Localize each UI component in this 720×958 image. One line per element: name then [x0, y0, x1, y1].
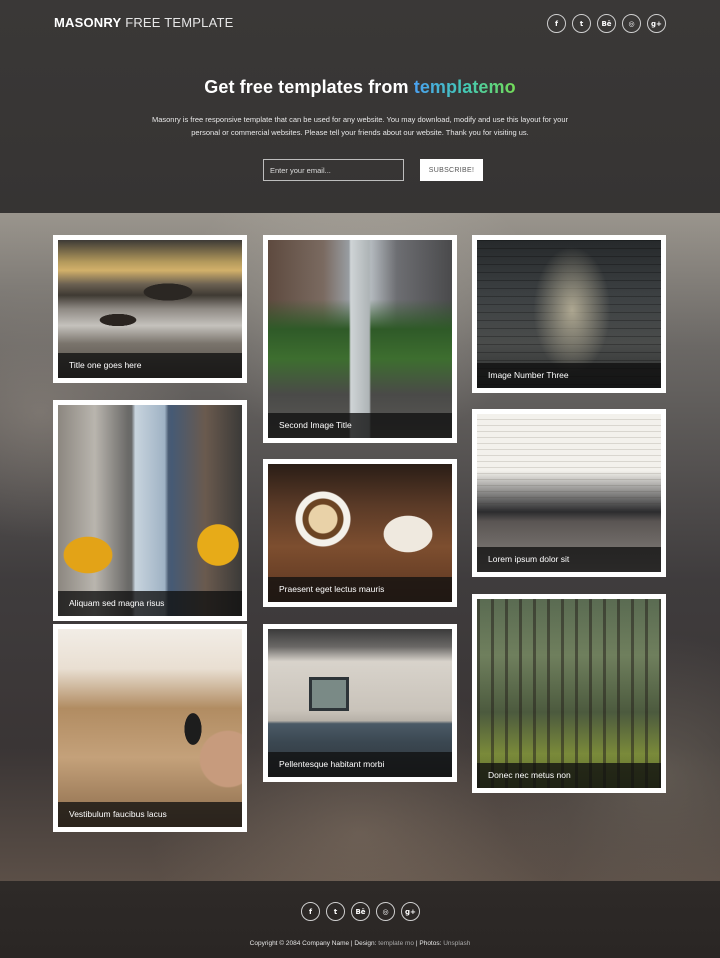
gallery-caption: Donec nec metus non — [477, 763, 661, 788]
taxi-street-photo: Aliquam sed magna risus — [58, 405, 242, 616]
design-link[interactable]: template mo — [378, 940, 414, 947]
gallery-item[interactable]: Praesent eget lectus mauris — [263, 459, 457, 607]
dribbble-icon[interactable]: ◎ — [622, 14, 641, 33]
phone-table-photo: Vestibulum faucibus lacus — [58, 629, 242, 827]
facebook-icon[interactable]: f — [547, 14, 566, 33]
gallery-item[interactable]: Pellentesque habitant morbi — [263, 624, 457, 782]
beach-photo: Title one goes here — [58, 240, 242, 378]
gallery-caption: Title one goes here — [58, 353, 242, 378]
gallery-item[interactable]: Aliquam sed magna risus — [53, 400, 247, 621]
gallery-item[interactable]: Image Number Three — [472, 235, 666, 393]
email-input[interactable] — [263, 159, 404, 181]
photos-prefix: | Photos: — [414, 940, 444, 947]
gallery-caption: Lorem ipsum dolor sit — [477, 547, 661, 572]
gallery-caption: Pellentesque habitant morbi — [268, 752, 452, 777]
picture-frame — [309, 677, 349, 711]
site-header: MASONRY FREE TEMPLATE f t Bē ◎ g+ Get fr… — [0, 0, 720, 213]
gallery-caption: Image Number Three — [477, 363, 661, 388]
logo-light-text: FREE TEMPLATE — [125, 15, 234, 30]
header-social-links: f t Bē ◎ g+ — [547, 14, 666, 33]
gallery-caption: Second Image Title — [268, 413, 452, 438]
gallery-section: Title one goes here Aliquam sed magna ri… — [0, 213, 720, 881]
google-plus-icon[interactable]: g+ — [647, 14, 666, 33]
google-plus-icon[interactable]: g+ — [401, 902, 420, 921]
gallery-item[interactable]: Lorem ipsum dolor sit — [472, 409, 666, 577]
headline-prefix: Get free templates from — [204, 77, 414, 97]
twitter-icon[interactable]: t — [326, 902, 345, 921]
logo-bold-text: MASONRY — [54, 15, 122, 30]
dribbble-icon[interactable]: ◎ — [376, 902, 395, 921]
gallery-item[interactable]: Second Image Title — [263, 235, 457, 443]
behance-icon[interactable]: Bē — [597, 14, 616, 33]
copyright-prefix: Copyright © 2084 Company Name | Design: — [249, 940, 379, 947]
photos-link[interactable]: Unsplash — [443, 940, 470, 947]
behance-icon[interactable]: Bē — [351, 902, 370, 921]
coffee-photo: Praesent eget lectus mauris — [268, 464, 452, 602]
gallery-caption: Aliquam sed magna risus — [58, 591, 242, 616]
gallery-caption: Praesent eget lectus mauris — [268, 577, 452, 602]
stone-wall-photo: Image Number Three — [477, 240, 661, 388]
gallery-item[interactable]: Title one goes here — [53, 235, 247, 383]
interior-wall-photo: Pellentesque habitant morbi — [268, 629, 452, 777]
subscribe-button[interactable]: SUBSCRIBE! — [420, 159, 483, 181]
gallery-item[interactable]: Donec nec metus non — [472, 594, 666, 793]
gallery-item[interactable]: Vestibulum faucibus lacus — [53, 624, 247, 832]
twitter-icon[interactable]: t — [572, 14, 591, 33]
facebook-icon[interactable]: f — [301, 902, 320, 921]
forest-photo: Donec nec metus non — [477, 599, 661, 788]
copyright-text: Copyright © 2084 Company Name | Design: … — [0, 940, 720, 947]
site-footer: f t Bē ◎ g+ Copyright © 2084 Company Nam… — [0, 881, 720, 958]
city-avenue-photo: Second Image Title — [268, 240, 452, 438]
headline-brand: templatemo — [413, 77, 516, 97]
hero-headline: Get free templates from templatemo — [0, 77, 720, 98]
gallery-caption: Vestibulum faucibus lacus — [58, 802, 242, 827]
site-logo[interactable]: MASONRY FREE TEMPLATE — [54, 15, 234, 30]
laptop-desk-photo: Lorem ipsum dolor sit — [477, 414, 661, 572]
footer-social-links: f t Bē ◎ g+ — [301, 902, 420, 921]
hero-description: Masonry is free responsive template that… — [151, 115, 569, 137]
